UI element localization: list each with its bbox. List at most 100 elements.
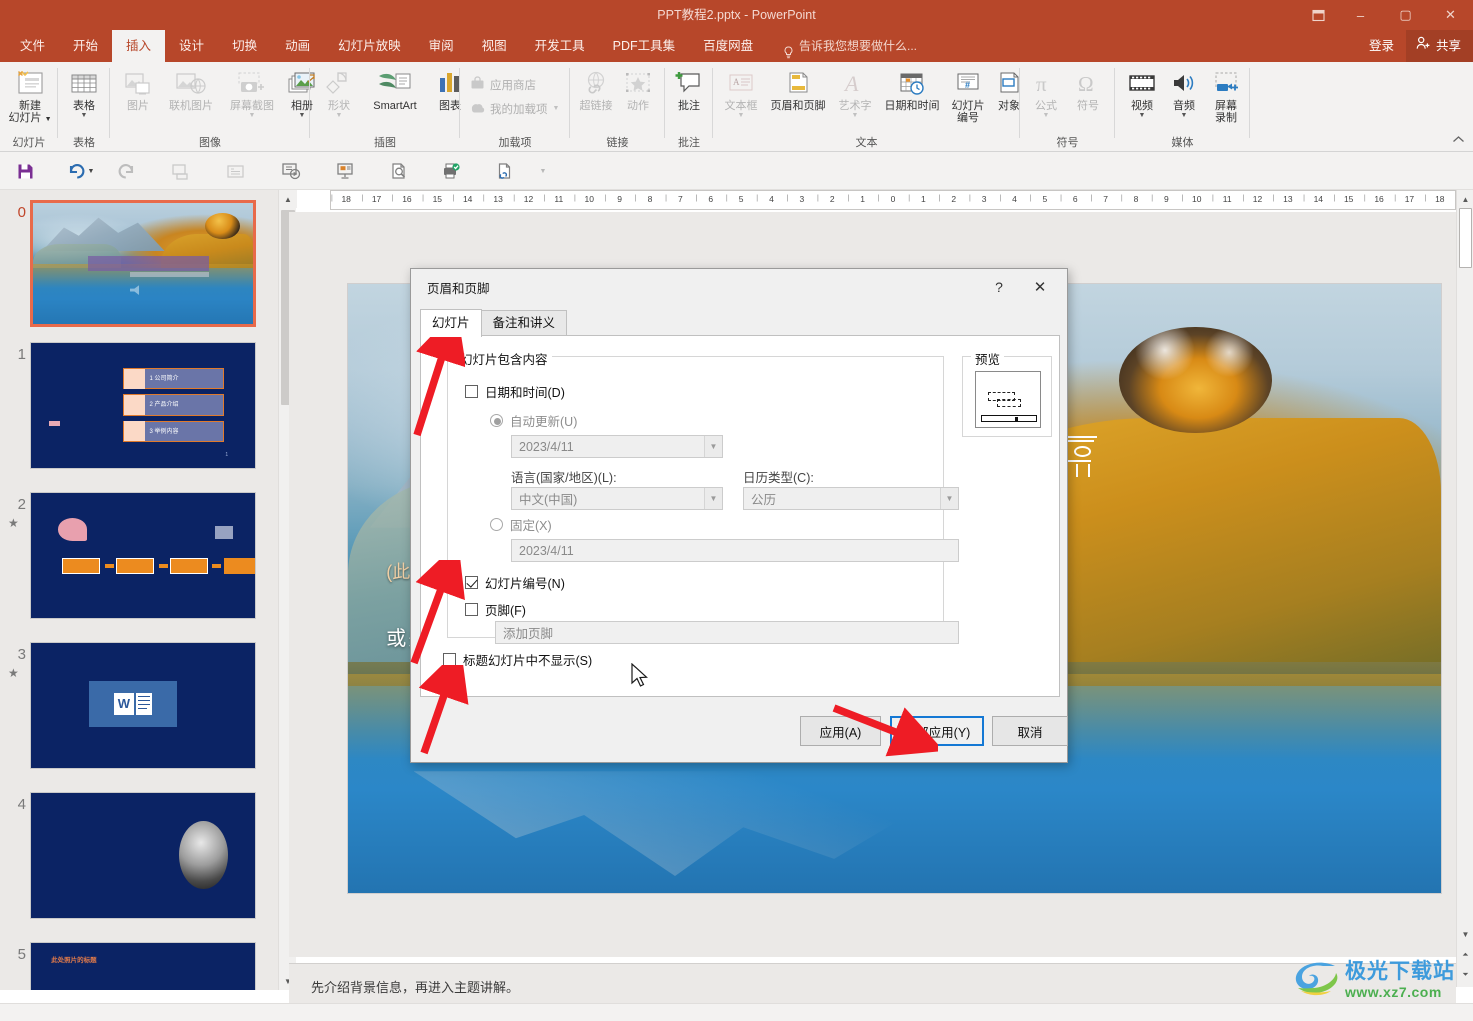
action-button[interactable]: 动作 — [618, 66, 658, 112]
chevron-down-icon[interactable]: ▼ — [704, 436, 722, 457]
audio-button[interactable]: 音频 ▼ — [1163, 66, 1205, 119]
list-item[interactable]: 4 — [0, 792, 278, 932]
date-format-combo[interactable]: 2023/4/11 ▼ — [511, 435, 723, 458]
presenter-view-icon[interactable] — [330, 156, 360, 186]
cancel-button[interactable]: 取消 — [992, 716, 1068, 746]
chevron-down-icon[interactable]: ▼ — [704, 488, 722, 509]
slide-number-button[interactable]: # 幻灯片 编号 — [947, 66, 989, 124]
maximize-button[interactable]: ▢ — [1383, 0, 1428, 30]
chevron-down-icon[interactable]: ▼ — [940, 488, 958, 509]
table-button[interactable]: 表格 ▼ — [64, 66, 104, 119]
autumn-leaf-oval-image[interactable] — [1118, 326, 1272, 434]
date-time-button[interactable]: 日期和时间 — [877, 66, 947, 112]
redo-icon[interactable] — [110, 156, 140, 186]
undo-dropdown-icon[interactable]: ▼ — [86, 156, 96, 186]
tell-me-search[interactable]: 告诉我您想要做什么... — [783, 30, 917, 62]
previous-slide-icon[interactable]: ⏶ — [1457, 946, 1473, 964]
tab-design[interactable]: 设计 — [165, 30, 218, 62]
header-footer-button[interactable]: 页眉和页脚 — [763, 66, 833, 112]
auto-update-radio[interactable]: 自动更新(U) — [490, 411, 577, 430]
help-icon[interactable]: ? — [985, 275, 1013, 299]
scrollbar-thumb[interactable] — [1459, 208, 1472, 268]
customize-qat-icon[interactable]: ▼ — [536, 156, 550, 186]
header-footer-dialog[interactable]: 页眉和页脚 ? ✕ 幻灯片 备注和讲义 幻灯片包含内容 日期和时间(D) 自动更… — [410, 268, 1068, 763]
minimize-button[interactable]: – — [1338, 0, 1383, 30]
textbox-button[interactable]: A 文本框 ▼ — [719, 66, 763, 119]
chevron-up-icon[interactable] — [1452, 135, 1465, 147]
quick-print-icon[interactable] — [436, 156, 466, 186]
start-from-beginning-icon[interactable] — [166, 156, 196, 186]
scroll-down-arrow-icon[interactable]: ▼ — [1457, 925, 1473, 943]
share-button[interactable]: 共享 — [1405, 30, 1473, 62]
new-slide-button[interactable]: 新建 幻灯片 ▼ — [4, 66, 56, 126]
tab-insert[interactable]: 插入 — [112, 30, 166, 62]
calendar-type-combo[interactable]: 公历 ▼ — [743, 487, 959, 510]
horizontal-ruler[interactable]: 18 | 17 | 16 | 15 | 14 | 13 | 12 | 11 | 10 | 9 | 8 | 7 | 6 | 5 | 4 | 3… — [330, 190, 1456, 210]
apply-to-all-button[interactable]: 全部应用(Y) — [890, 716, 984, 746]
notes-pane[interactable]: 先介绍背景信息，再进入主题讲解。 — [289, 963, 1456, 1003]
hyperlink-button[interactable]: 超链接 — [574, 66, 618, 112]
thumbnail-slide-1[interactable]: 1 公司简介 2 产品介绍 3 举例内容 1 — [30, 342, 256, 469]
next-slide-icon[interactable]: ⏷ — [1457, 966, 1473, 984]
status-bar — [0, 1003, 1473, 1021]
thumbnail-slide-4[interactable] — [30, 792, 256, 919]
thumbnail-slide-0[interactable] — [30, 200, 256, 327]
screenshot-button[interactable]: 屏幕截图 ▼ — [222, 66, 282, 119]
fixed-radio[interactable]: 固定(X) — [490, 515, 552, 534]
tab-file[interactable]: 文件 — [6, 30, 59, 62]
dont-show-on-title-slide-checkbox[interactable]: 标题幻灯片中不显示(S) — [443, 650, 592, 669]
footer-input[interactable]: 添加页脚 — [495, 621, 959, 644]
thumbnail-slide-2[interactable] — [30, 492, 256, 619]
tab-review[interactable]: 审阅 — [415, 30, 468, 62]
tab-baidu-netdisk[interactable]: 百度网盘 — [689, 30, 767, 62]
main-scrollbar[interactable]: ▲ ▼ ⏶ ⏷ — [1456, 190, 1473, 987]
tab-developer[interactable]: 开发工具 — [521, 30, 599, 62]
video-button[interactable]: 视频 ▼ — [1121, 66, 1163, 119]
equation-button[interactable]: π 公式 ▼ — [1026, 66, 1066, 119]
slide-number-checkbox[interactable]: 幻灯片编号(N) — [465, 573, 565, 592]
footer-checkbox[interactable]: 页脚(F) — [465, 600, 526, 619]
fixed-date-input[interactable]: 2023/4/11 — [511, 539, 959, 562]
dialog-close-icon[interactable]: ✕ — [1023, 275, 1057, 299]
close-button[interactable]: ✕ — [1428, 0, 1473, 30]
tab-pdf-tools[interactable]: PDF工具集 — [599, 30, 690, 62]
smartart-button[interactable]: SmartArt — [360, 66, 430, 112]
slide-thumbnail-pane[interactable]: 0 1 1 公司简介 2 产品介绍 3 举例内容 1 2 ★ 3 ★ W 4 5… — [0, 190, 278, 990]
tab-slide[interactable]: 幻灯片 — [420, 309, 482, 337]
tab-slideshow[interactable]: 幻灯片放映 — [324, 30, 415, 62]
tab-home[interactable]: 开始 — [59, 30, 112, 62]
date-time-checkbox[interactable]: 日期和时间(D) — [465, 382, 565, 401]
tab-transitions[interactable]: 切换 — [218, 30, 271, 62]
comment-button[interactable]: 批注 — [669, 66, 709, 112]
new-slide-qat-icon[interactable] — [220, 156, 250, 186]
list-item[interactable]: 3 ★ W — [0, 642, 278, 782]
online-picture-button[interactable]: 联机图片 — [160, 66, 222, 112]
notes-text[interactable]: 先介绍背景信息，再进入主题讲解。 — [311, 977, 519, 996]
my-addins-button[interactable]: 我的加载项 ▼ — [466, 98, 563, 119]
picture-button[interactable]: 图片 — [118, 66, 158, 112]
language-combo[interactable]: 中文(中国) ▼ — [511, 487, 723, 510]
print-preview-icon[interactable] — [384, 156, 414, 186]
slideshow-from-current-icon[interactable] — [276, 156, 306, 186]
store-button[interactable]: 应用商店 — [466, 74, 540, 95]
shapes-button[interactable]: 形状 ▼ — [318, 66, 360, 119]
sign-in-button[interactable]: 登录 — [1357, 30, 1406, 62]
list-item[interactable]: 2 ★ — [0, 492, 278, 632]
thumbnail-slide-5[interactable]: 此处照片的标题 — [30, 942, 256, 990]
tab-notes-handouts[interactable]: 备注和讲义 — [480, 310, 568, 336]
tab-animations[interactable]: 动画 — [271, 30, 324, 62]
list-item[interactable]: 1 1 公司简介 2 产品介绍 3 举例内容 1 — [0, 342, 278, 482]
save-icon[interactable] — [10, 156, 40, 186]
tab-view[interactable]: 视图 — [468, 30, 521, 62]
scroll-up-arrow-icon[interactable]: ▲ — [1457, 190, 1473, 208]
ribbon-display-options-icon[interactable] — [1298, 0, 1338, 30]
thumbnail-slide-3[interactable]: W — [30, 642, 256, 769]
symbol-button[interactable]: Ω 符号 — [1068, 66, 1108, 112]
scroll-up-arrow-icon[interactable]: ▲ — [279, 190, 297, 208]
wordart-button[interactable]: A 艺术字 ▼ — [833, 66, 877, 119]
screen-record-button[interactable]: 屏幕 录制 — [1205, 66, 1247, 124]
list-item[interactable]: 0 — [0, 200, 278, 340]
hyperlink-qat-icon[interactable] — [490, 156, 520, 186]
apply-button[interactable]: 应用(A) — [800, 716, 881, 746]
list-item[interactable]: 5 此处照片的标题 — [0, 942, 278, 990]
